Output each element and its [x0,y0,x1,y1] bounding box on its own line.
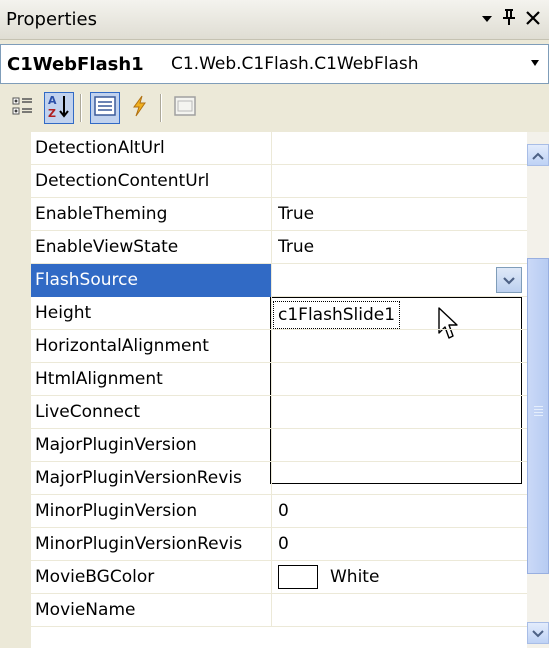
property-row[interactable]: LiveConnect [31,396,527,429]
property-value[interactable] [278,297,527,330]
events-button[interactable] [124,92,154,124]
property-value[interactable]: 0 [278,528,527,561]
grid-gutter [0,132,31,648]
property-row[interactable]: FlashSource [31,264,527,297]
property-row[interactable]: DetectionAltUrl [31,132,527,165]
property-value[interactable] [278,594,527,627]
property-name: HorizontalAlignment [31,330,272,363]
property-name: MinorPluginVersionRevis [31,528,272,561]
scroll-up-button[interactable] [527,144,549,166]
property-value[interactable] [278,429,527,462]
property-pages-icon [174,95,196,121]
color-swatch [278,565,318,589]
property-value[interactable]: True [278,231,527,264]
chevron-down-icon [532,623,544,643]
svg-text:Z: Z [48,107,56,119]
property-row[interactable]: Height [31,297,527,330]
property-name: MinorPluginVersion [31,495,272,528]
property-name: HtmlAlignment [31,363,272,396]
property-name: MajorPluginVersionRevis [31,462,272,495]
property-value[interactable] [278,396,527,429]
property-row[interactable]: MovieBGColor White [31,561,527,594]
property-row[interactable]: MinorPluginVersion 0 [31,495,527,528]
property-value[interactable] [278,132,527,165]
toolbar-separator [80,94,82,122]
property-name: MajorPluginVersion [31,429,272,462]
alphabetical-button[interactable]: A Z [44,92,74,124]
property-grid: DetectionAltUrl DetectionContentUrl Enable… [0,132,527,648]
property-row[interactable]: HtmlAlignment [31,363,527,396]
property-row[interactable]: DetectionContentUrl [31,165,527,198]
chevron-up-icon [532,145,544,165]
property-row[interactable]: EnableViewState True [31,231,527,264]
window-position-dropdown-icon[interactable] [476,6,498,32]
property-value[interactable] [278,462,527,495]
property-name: EnableViewState [31,231,272,264]
property-name: EnableTheming [31,198,272,231]
property-row[interactable]: MinorPluginVersionRevis 0 [31,528,527,561]
object-selector[interactable]: C1WebFlash1 C1.Web.C1Flash.C1WebFlash [0,44,549,84]
properties-icon [94,95,116,121]
flashsource-dropdown-button[interactable] [496,267,522,293]
toolbar-separator [160,94,162,122]
object-name: C1WebFlash1 [7,54,144,75]
property-pages-button[interactable] [170,92,200,124]
properties-titlebar: Properties [0,0,549,40]
alphabetical-icon: A Z [47,93,71,124]
property-value[interactable]: White [278,561,527,594]
property-name: MovieName [31,594,272,627]
svg-text:A: A [48,94,57,107]
color-name: White [330,567,380,587]
chevron-down-icon [503,270,515,290]
property-row[interactable]: EnableTheming True [31,198,527,231]
property-value[interactable] [278,330,527,363]
property-name: MovieBGColor [31,561,272,594]
auto-hide-pin-icon[interactable] [498,6,520,32]
property-row[interactable]: MajorPluginVersionRevis [31,462,527,495]
categorized-icon [12,96,34,121]
window-title: Properties [6,9,97,30]
categorized-button[interactable] [8,92,38,124]
property-name: DetectionContentUrl [31,165,272,198]
property-value[interactable] [278,363,527,396]
object-type: C1.Web.C1Flash.C1WebFlash [171,54,419,74]
property-name: Height [31,297,272,330]
property-name: FlashSource [31,264,272,297]
scroll-thumb[interactable] [527,258,549,574]
scroll-down-button[interactable] [527,622,549,644]
lightning-icon [130,95,148,122]
property-row[interactable]: HorizontalAlignment [31,330,527,363]
properties-button[interactable] [90,92,120,124]
property-row[interactable]: MovieName [31,594,527,627]
vertical-scrollbar[interactable] [527,132,549,648]
property-value[interactable]: True [278,198,527,231]
property-name: DetectionAltUrl [31,132,272,165]
property-row[interactable]: MajorPluginVersion [31,429,527,462]
property-value[interactable] [278,165,527,198]
property-value[interactable] [278,264,527,297]
chevron-down-icon[interactable] [530,55,540,71]
properties-toolbar: A Z [0,86,549,130]
close-icon[interactable] [522,6,544,32]
property-value[interactable]: 0 [278,495,527,528]
property-name: LiveConnect [31,396,272,429]
